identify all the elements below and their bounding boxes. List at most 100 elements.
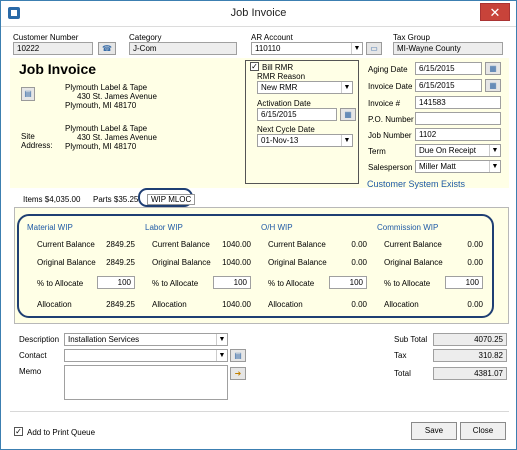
salesperson-value: Miller Matt xyxy=(419,162,456,171)
customer-number-field[interactable]: 10222 xyxy=(13,42,93,55)
chevron-down-icon: ▼ xyxy=(216,334,227,345)
rmr-reason-select[interactable]: New RMR ▼ xyxy=(257,81,353,94)
rmr-reason-value: New RMR xyxy=(261,83,298,92)
oh-alloc-label: Allocation xyxy=(268,300,303,309)
folder-arrow-icon[interactable]: ➜ xyxy=(230,367,246,380)
site-label-line: Address: xyxy=(21,141,53,150)
contact-label: Contact xyxy=(19,351,47,360)
save-button[interactable]: Save xyxy=(411,422,457,440)
chevron-down-icon: ▼ xyxy=(351,43,362,54)
bill-to-address: Plymouth Label & Tape 430 St. James Aven… xyxy=(65,83,157,110)
labor-pct-label: % to Allocate xyxy=(152,279,199,288)
address-book-icon[interactable]: ▤ xyxy=(21,87,35,101)
material-alloc-value: 2849.25 xyxy=(106,300,135,309)
tab-items-label: Items xyxy=(23,195,43,204)
labor-alloc-value: 1040.00 xyxy=(222,300,251,309)
invoice-heading: Job Invoice xyxy=(19,61,97,77)
category-field[interactable]: J-Com xyxy=(129,42,237,55)
tab-parts[interactable]: Parts $35.25 xyxy=(93,195,138,204)
site-label-line: Site xyxy=(21,132,35,141)
commission-alloc-label: Allocation xyxy=(384,300,419,309)
print-queue-checkbox[interactable]: ✓ xyxy=(14,427,23,436)
ar-account-label: AR Account xyxy=(251,33,293,42)
term-label: Term xyxy=(368,147,386,156)
calendar-icon[interactable]: ▦ xyxy=(485,62,501,75)
salesperson-label: Salesperson xyxy=(368,163,413,172)
chevron-down-icon: ▼ xyxy=(216,350,227,361)
close-button[interactable]: Close xyxy=(460,422,506,440)
invoice-number-field[interactable]: 141583 xyxy=(415,96,501,109)
material-original-value: 2849.25 xyxy=(106,258,135,267)
aging-date-label: Aging Date xyxy=(368,65,408,74)
invoice-number-label: Invoice # xyxy=(368,99,401,108)
tax-label: Tax xyxy=(394,351,407,360)
tab-items-amount: $4,035.00 xyxy=(44,195,81,204)
next-cycle-select[interactable]: 01-Nov-13 ▼ xyxy=(257,134,353,147)
term-select[interactable]: Due On Receipt ▼ xyxy=(415,144,501,157)
customer-number-label: Customer Number xyxy=(13,33,79,42)
tab-items[interactable]: Items $4,035.00 xyxy=(23,195,80,204)
contact-select[interactable]: ▼ xyxy=(64,349,228,362)
tab-parts-label: Parts xyxy=(93,195,112,204)
oh-pct-label: % to Allocate xyxy=(268,279,315,288)
description-select[interactable]: Installation Services ▼ xyxy=(64,333,228,346)
site-line: Plymouth Label & Tape xyxy=(65,124,148,133)
bill-to-line: Plymouth, MI 48170 xyxy=(65,101,137,110)
po-number-field[interactable] xyxy=(415,112,501,125)
site-address: Plymouth Label & Tape 430 St. James Aven… xyxy=(65,124,157,151)
calendar-icon[interactable]: ▦ xyxy=(485,79,501,92)
calendar-icon[interactable]: ▦ xyxy=(340,108,356,121)
bill-rmr-label: Bill RMR xyxy=(262,63,294,72)
invoice-date-label: Invoice Date xyxy=(368,82,413,91)
chevron-down-icon: ▼ xyxy=(341,82,352,93)
activation-date-field[interactable]: 6/15/2015 xyxy=(257,108,337,121)
material-pct-input[interactable]: 100 xyxy=(97,276,135,289)
material-pct-label: % to Allocate xyxy=(37,279,84,288)
aging-date-field[interactable]: 6/15/2015 xyxy=(415,62,482,75)
material-alloc-label: Allocation xyxy=(37,300,72,309)
monitor-icon[interactable]: ▭ xyxy=(366,42,382,55)
bill-to-line: Plymouth Label & Tape xyxy=(65,83,148,92)
tax-group-field[interactable]: MI-Wayne County xyxy=(393,42,503,55)
commission-original-value: 0.00 xyxy=(467,258,483,267)
commission-pct-input[interactable]: 100 xyxy=(445,276,483,289)
memo-textarea[interactable] xyxy=(64,365,228,400)
bill-to-line: 430 St. James Avenue xyxy=(77,92,157,101)
description-label: Description xyxy=(19,335,60,344)
oh-pct-input[interactable]: 100 xyxy=(329,276,367,289)
tax-field: 310.82 xyxy=(433,349,507,362)
job-number-field[interactable]: 1102 xyxy=(415,128,501,141)
invoice-date-field[interactable]: 6/15/2015 xyxy=(415,79,482,92)
tax-group-label: Tax Group xyxy=(393,33,430,42)
divider xyxy=(10,411,509,412)
job-invoice-window: Job Invoice ✕ Customer Number 10222 ☎ Ca… xyxy=(0,0,517,450)
tab-wip-mloc[interactable]: WIP MLOC xyxy=(147,194,196,205)
po-number-label: P.O. Number xyxy=(368,115,414,124)
phone-icon[interactable]: ☎ xyxy=(98,42,116,55)
ar-account-select[interactable]: 110110 ▼ xyxy=(251,42,363,55)
salesperson-select[interactable]: Miller Matt ▼ xyxy=(415,160,501,173)
memo-label: Memo xyxy=(19,367,42,376)
close-window-button[interactable]: ✕ xyxy=(480,3,510,21)
ar-account-value: 110110 xyxy=(255,44,281,53)
subtotal-field: 4070.25 xyxy=(433,333,507,346)
category-label: Category xyxy=(129,33,162,42)
site-line: Plymouth, MI 48170 xyxy=(65,142,137,151)
contact-card-icon[interactable]: ▤ xyxy=(230,349,246,362)
oh-original-value: 0.00 xyxy=(351,258,367,267)
chevron-down-icon: ▼ xyxy=(489,145,500,156)
print-queue-label: Add to Print Queue xyxy=(27,428,96,437)
labor-pct-input[interactable]: 100 xyxy=(213,276,251,289)
chevron-down-icon: ▼ xyxy=(489,161,500,172)
labor-original-value: 1040.00 xyxy=(222,258,251,267)
bill-rmr-checkbox[interactable]: ✓ xyxy=(250,62,259,71)
tab-parts-amount: $35.25 xyxy=(113,195,139,204)
total-label: Total xyxy=(394,369,411,378)
commission-alloc-value: 0.00 xyxy=(467,300,483,309)
labor-wip-title: Labor WIP xyxy=(145,223,183,232)
customer-system-exists-link[interactable]: Customer System Exists xyxy=(367,179,465,189)
next-cycle-label: Next Cycle Date xyxy=(257,125,315,134)
commission-wip-title: Commission WIP xyxy=(377,223,439,232)
oh-current-value: 0.00 xyxy=(351,240,367,249)
activation-date-label: Activation Date xyxy=(257,99,311,108)
